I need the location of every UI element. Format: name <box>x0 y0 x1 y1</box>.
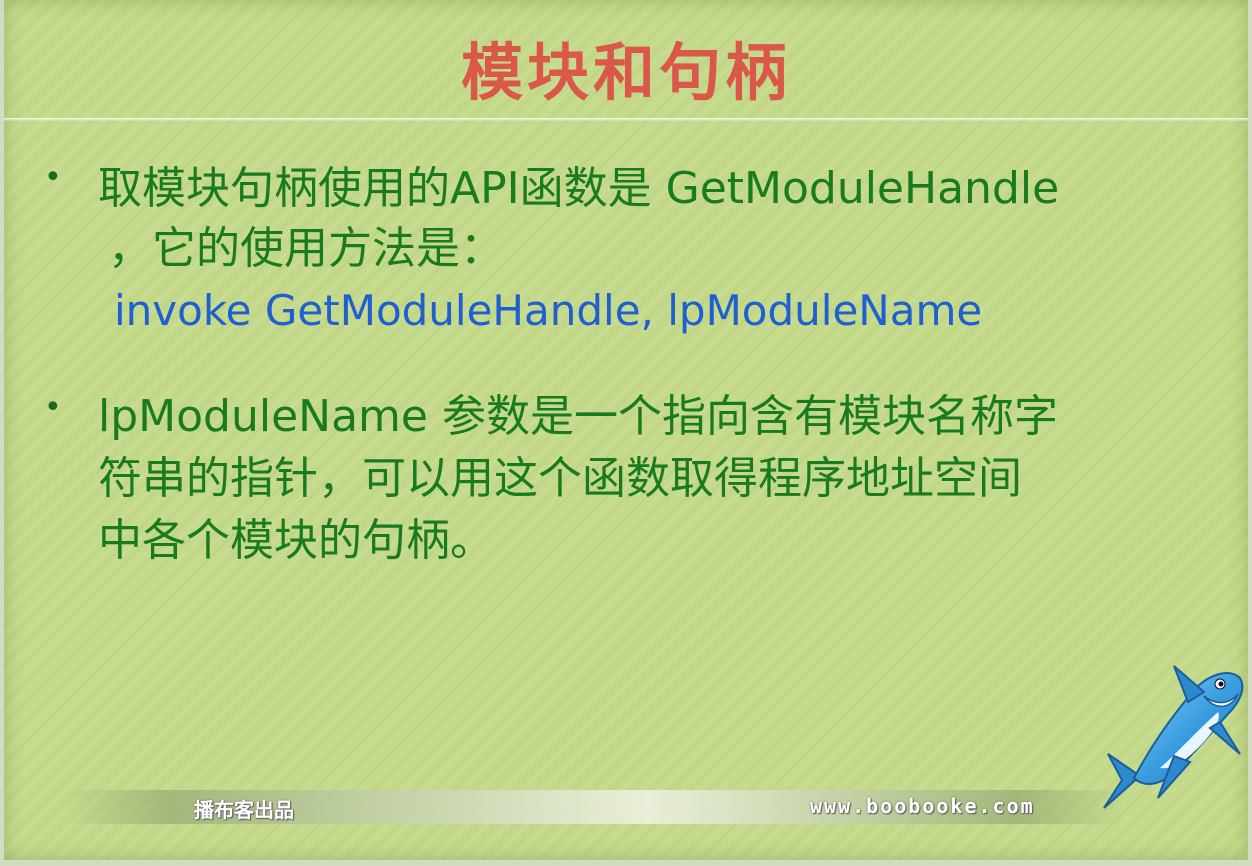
bullet-2-line-3: 中各个模块的句柄。 <box>98 515 494 566</box>
slide: 模块和句柄 • 取模块句柄使用的API函数是 GetModuleHandle ，… <box>4 0 1248 860</box>
bullet-2-line-2: 符串的指针，可以用这个函数取得程序地址空间 <box>98 453 1022 504</box>
bullet-marker: • <box>44 390 62 425</box>
footer-publisher: 播布客出品 <box>194 798 294 822</box>
bullet-2-line-1: lpModuleName 参数是一个指向含有模块名称字 <box>98 391 1058 442</box>
shark-mascot-icon <box>1103 665 1244 809</box>
bullet-1-line-1: 取模块句柄使用的API函数是 GetModuleHandle <box>98 163 1060 214</box>
code-example: invoke GetModuleHandle, lpModuleName <box>114 286 983 335</box>
slide-title: 模块和句柄 <box>460 36 791 109</box>
bullet-1-line-2: ，它的使用方法是： <box>108 223 504 274</box>
footer-website: www.boobooke.com <box>810 794 1035 818</box>
bullet-marker: • <box>44 160 62 195</box>
title-divider <box>4 118 1248 121</box>
